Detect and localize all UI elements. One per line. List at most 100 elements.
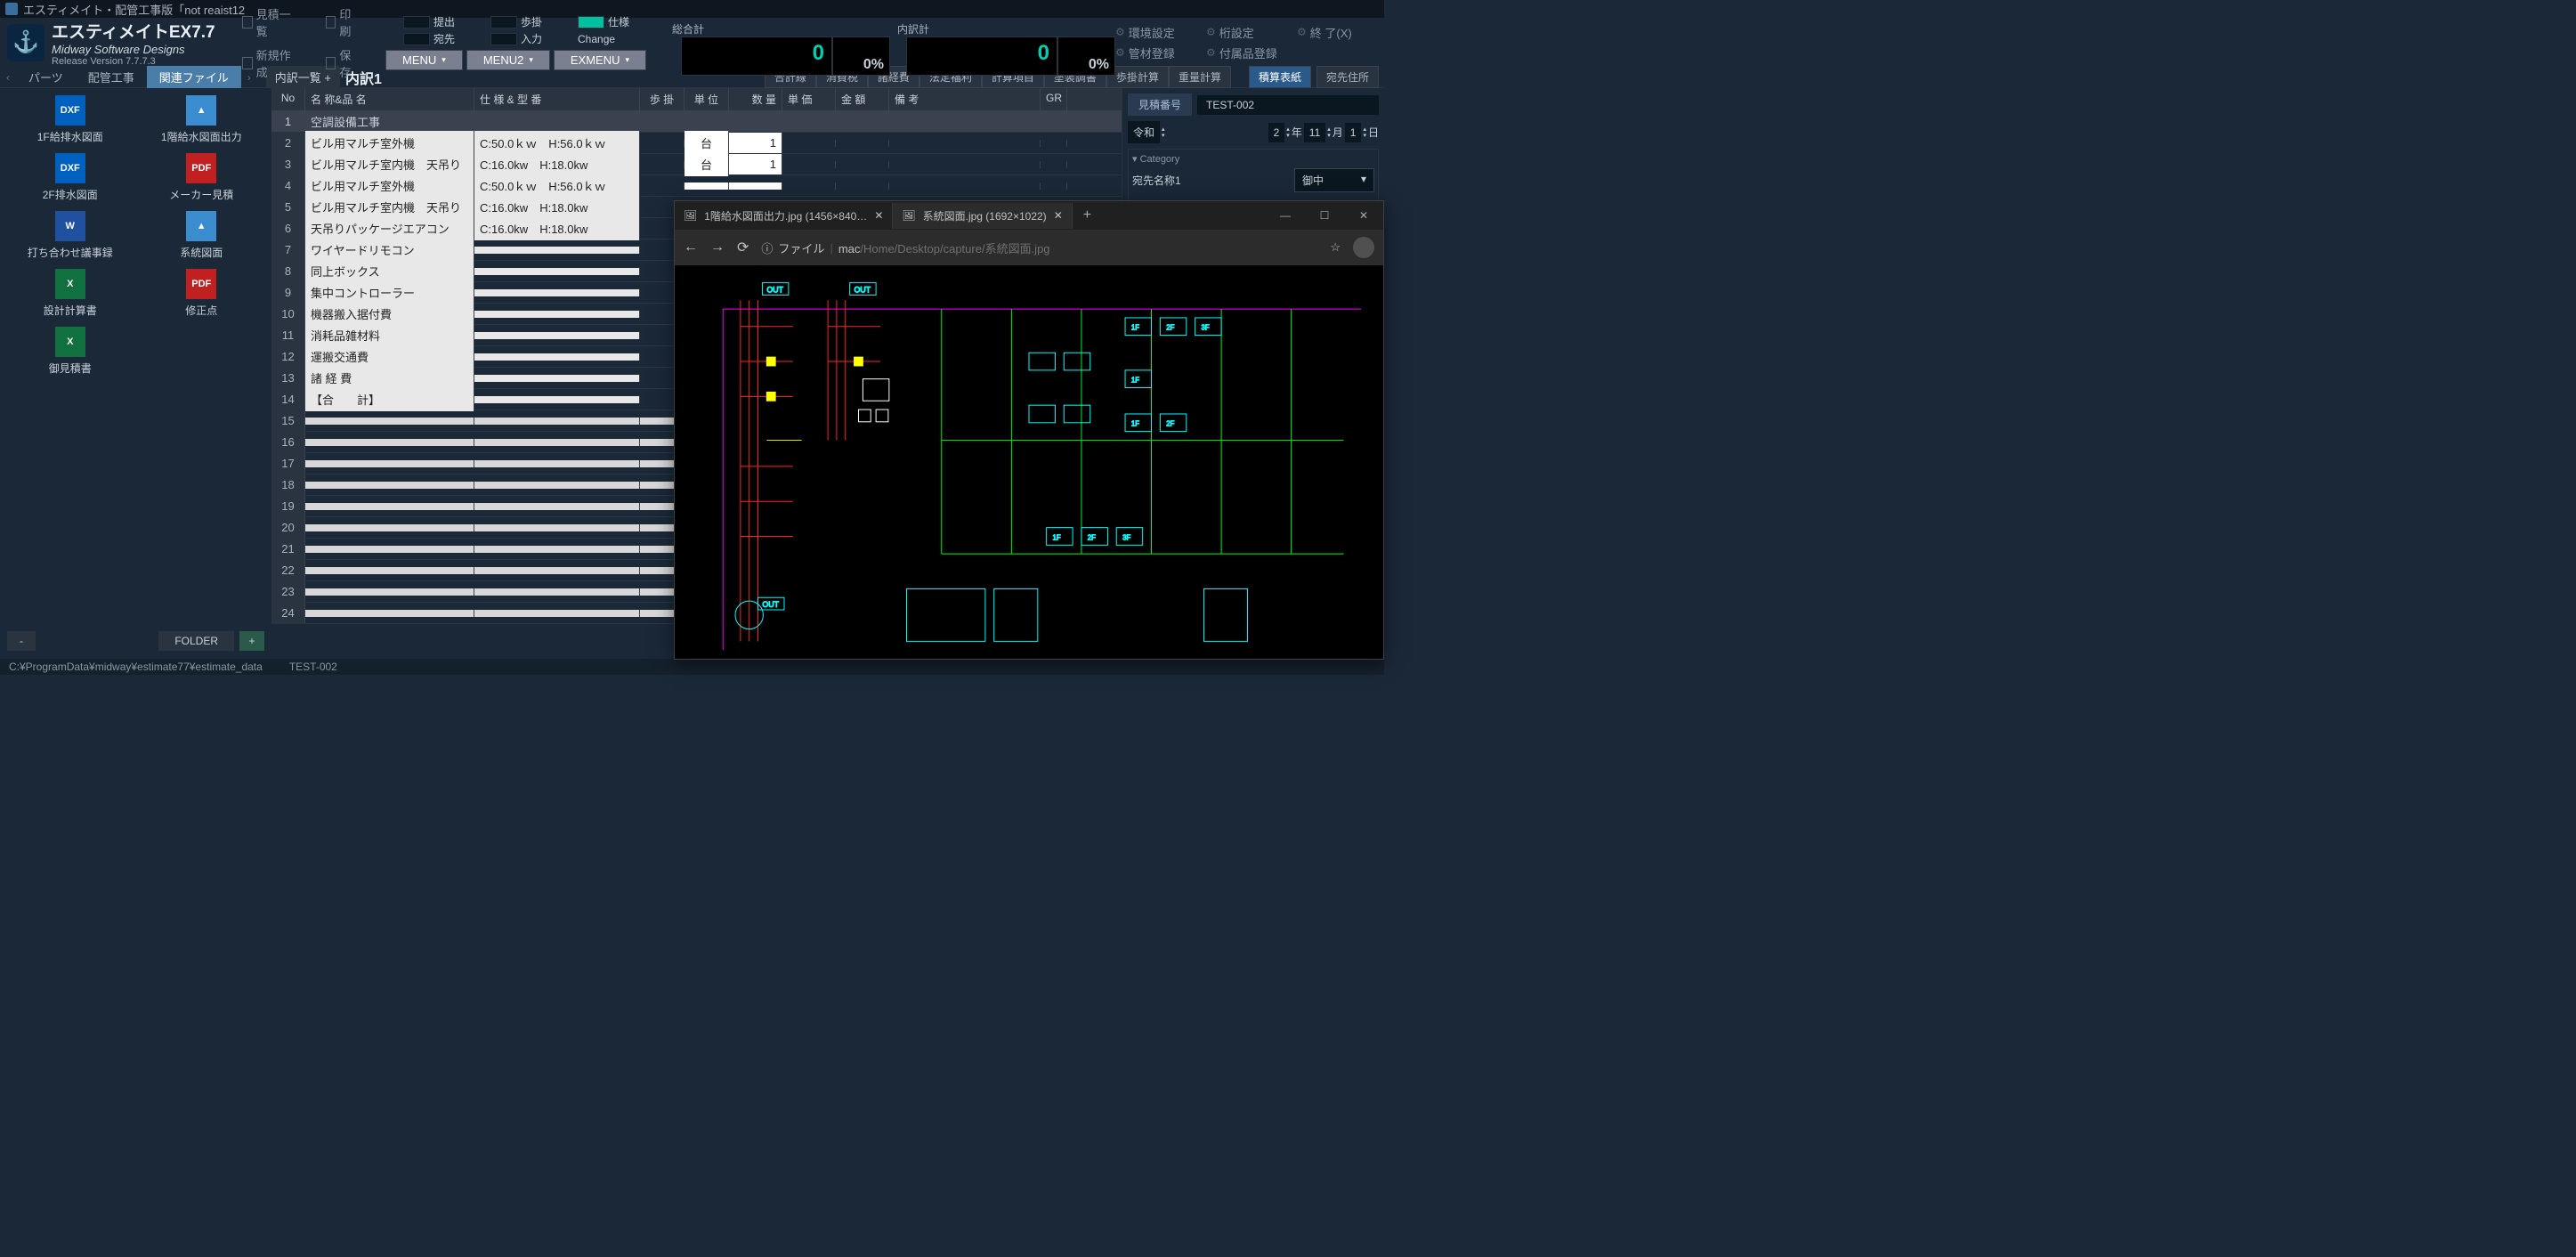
estimate-no-value[interactable]: TEST-002 — [1197, 95, 1379, 115]
tab-parts[interactable]: パーツ — [16, 66, 76, 88]
estimate-list-button[interactable]: 見積一覧 — [235, 4, 301, 41]
file-label: 設計計算書 — [7, 303, 134, 318]
tab-files[interactable]: 関連ファイル — [147, 66, 241, 88]
table-row[interactable]: 4ビル用マルチ室外機C:50.0ｋｗ H:56.0ｋｗ — [271, 175, 1122, 197]
nav-prev[interactable]: ‹ — [0, 71, 16, 84]
back-button[interactable]: ← — [684, 239, 698, 255]
file-icon: ▲ — [186, 95, 216, 126]
print-button[interactable]: 印 刷 — [319, 4, 368, 41]
menu2-button[interactable]: MENU2 — [466, 50, 550, 70]
file-label: 1F給排水図面 — [7, 129, 134, 144]
svg-text:OUT: OUT — [762, 600, 779, 609]
viewer-tab-1[interactable]: 🖼 1階給水図面出力.jpg (1456×840… ✕ — [675, 203, 893, 229]
svg-text:3F: 3F — [1122, 533, 1130, 541]
spec-toggle[interactable] — [578, 16, 604, 28]
pipe-register-button[interactable]: 管材登録 — [1115, 45, 1195, 61]
favorite-icon[interactable]: ☆ — [1330, 240, 1341, 255]
svg-text:1F: 1F — [1131, 377, 1139, 385]
close-tab-icon[interactable]: ✕ — [1054, 209, 1063, 222]
app-icon — [5, 3, 18, 15]
category-label[interactable]: ▾ Category — [1132, 153, 1374, 165]
file-item[interactable]: DXF 2F排水図面 — [7, 153, 134, 202]
svg-text:1F: 1F — [1131, 324, 1139, 332]
fn-button[interactable]: 歩掛計算 — [1106, 66, 1169, 88]
era-select[interactable]: 令和 — [1128, 121, 1160, 143]
table-row[interactable]: 2ビル用マルチ室外機C:50.0ｋｗ H:56.0ｋｗ台1 — [271, 133, 1122, 154]
accessory-register-button[interactable]: 付属品登録 — [1206, 45, 1286, 61]
col-spec[interactable]: 仕 様 & 型 番 — [474, 88, 640, 110]
file-icon: PDF — [186, 153, 216, 183]
file-icon: DXF — [55, 153, 85, 183]
col-name[interactable]: 名 称&品 名 — [305, 88, 474, 110]
month-input[interactable]: 11 — [1304, 123, 1325, 142]
viewer-content[interactable]: 1F2F3F 1F 1F2F 1F2F3F OUT — [675, 265, 1383, 659]
info-icon: ⓘ — [761, 239, 773, 256]
add-file-button[interactable]: + — [239, 631, 264, 651]
file-item[interactable]: W打ち合わせ議事録 — [7, 211, 134, 260]
status-path: C:¥ProgramData¥midway¥estimate77¥estimat… — [9, 661, 263, 673]
title-bar: エスティメイト・配管工事版「not reaist12 — [0, 0, 1384, 18]
account-icon[interactable] — [1353, 237, 1374, 258]
image-icon: 🖼 — [684, 209, 697, 222]
file-label: 2F排水図面 — [7, 187, 134, 202]
input-toggle[interactable] — [490, 33, 517, 45]
exmenu-button[interactable]: EXMENU — [554, 50, 646, 70]
col-no[interactable]: No — [271, 88, 305, 110]
collapse-button[interactable]: - — [7, 631, 36, 651]
svg-text:OUT: OUT — [766, 285, 783, 294]
file-item[interactable]: PDF修正点 — [139, 269, 265, 318]
year-input[interactable]: 2 — [1268, 123, 1285, 142]
company-name: Midway Software Designs — [52, 43, 215, 56]
digits-button[interactable]: 桁設定 — [1206, 24, 1286, 41]
file-item[interactable]: X御見積書 — [7, 327, 134, 376]
col-amt[interactable]: 金 額 — [836, 88, 889, 110]
breakdown-total-pct: 0% — [1057, 36, 1115, 76]
table-row[interactable]: 1空調設備工事 — [271, 111, 1122, 133]
menu-button[interactable]: MENU — [385, 50, 463, 70]
submit-toggle[interactable] — [403, 16, 430, 28]
file-item[interactable]: PDF メーカー見積 — [139, 153, 265, 202]
exit-button[interactable]: 終 了(X) — [1297, 24, 1377, 41]
col-step[interactable]: 歩 掛 — [640, 88, 685, 110]
minimize-button[interactable]: — — [1266, 204, 1305, 227]
file-item[interactable]: DXF 1F給排水図面 — [7, 95, 134, 144]
folder-button[interactable]: FOLDER — [158, 631, 234, 651]
col-unit[interactable]: 単 位 — [685, 88, 729, 110]
col-price[interactable]: 単 価 — [782, 88, 836, 110]
close-button[interactable]: ✕ — [1344, 204, 1383, 227]
file-label: 系統図面 — [139, 245, 265, 260]
dest-honorific-select[interactable]: 御中▾ — [1294, 168, 1374, 192]
file-icon: DXF — [55, 95, 85, 126]
maximize-button[interactable]: ☐ — [1305, 204, 1344, 227]
close-tab-icon[interactable]: ✕ — [874, 209, 883, 222]
app-name: エスティメイトEX7.7 — [52, 19, 215, 43]
file-item[interactable]: X設計計算書 — [7, 269, 134, 318]
image-viewer-window: 🖼 1階給水図面出力.jpg (1456×840… ✕ 🖼 系統図面.jpg (… — [674, 200, 1384, 660]
table-row[interactable]: 3ビル用マルチ室内機 天吊りC:16.0kw H:18.0kw台1 — [271, 154, 1122, 175]
window-title: エスティメイト・配管工事版「not reaist12 — [23, 1, 245, 18]
breakdown-total-label: 内訳計 — [897, 21, 1115, 36]
forward-button[interactable]: → — [710, 239, 725, 255]
file-icon: W — [55, 211, 85, 241]
new-tab-button[interactable]: + — [1073, 207, 1102, 223]
dest-toggle[interactable] — [403, 33, 430, 45]
tab-piping[interactable]: 配管工事 — [76, 66, 147, 88]
new-button[interactable]: 新規作成 — [235, 45, 301, 82]
address-button[interactable]: 宛先住所 — [1316, 66, 1379, 88]
col-gr[interactable]: GR — [1041, 88, 1067, 110]
file-item[interactable]: ▲1階給水図面出力 — [139, 95, 265, 144]
reload-button[interactable]: ⟳ — [737, 239, 749, 256]
day-input[interactable]: 1 — [1345, 123, 1362, 142]
fn-button[interactable]: 重量計算 — [1169, 66, 1231, 88]
viewer-tab-2[interactable]: 🖼 系統図面.jpg (1692×1022) ✕ — [893, 203, 1072, 229]
file-label: メーカー見積 — [139, 187, 265, 202]
file-item[interactable]: ▲系統図面 — [139, 211, 265, 260]
svg-text:1F: 1F — [1131, 420, 1139, 428]
col-note[interactable]: 備 考 — [889, 88, 1041, 110]
settings-button[interactable]: 環境設定 — [1115, 24, 1195, 41]
save-button[interactable]: 保 存 — [319, 45, 368, 82]
cover-button[interactable]: 積算表紙 — [1249, 66, 1311, 88]
dest-name-label: 宛先名称1 — [1132, 173, 1181, 188]
step-toggle[interactable] — [490, 16, 517, 28]
col-qty[interactable]: 数 量 — [729, 88, 782, 110]
